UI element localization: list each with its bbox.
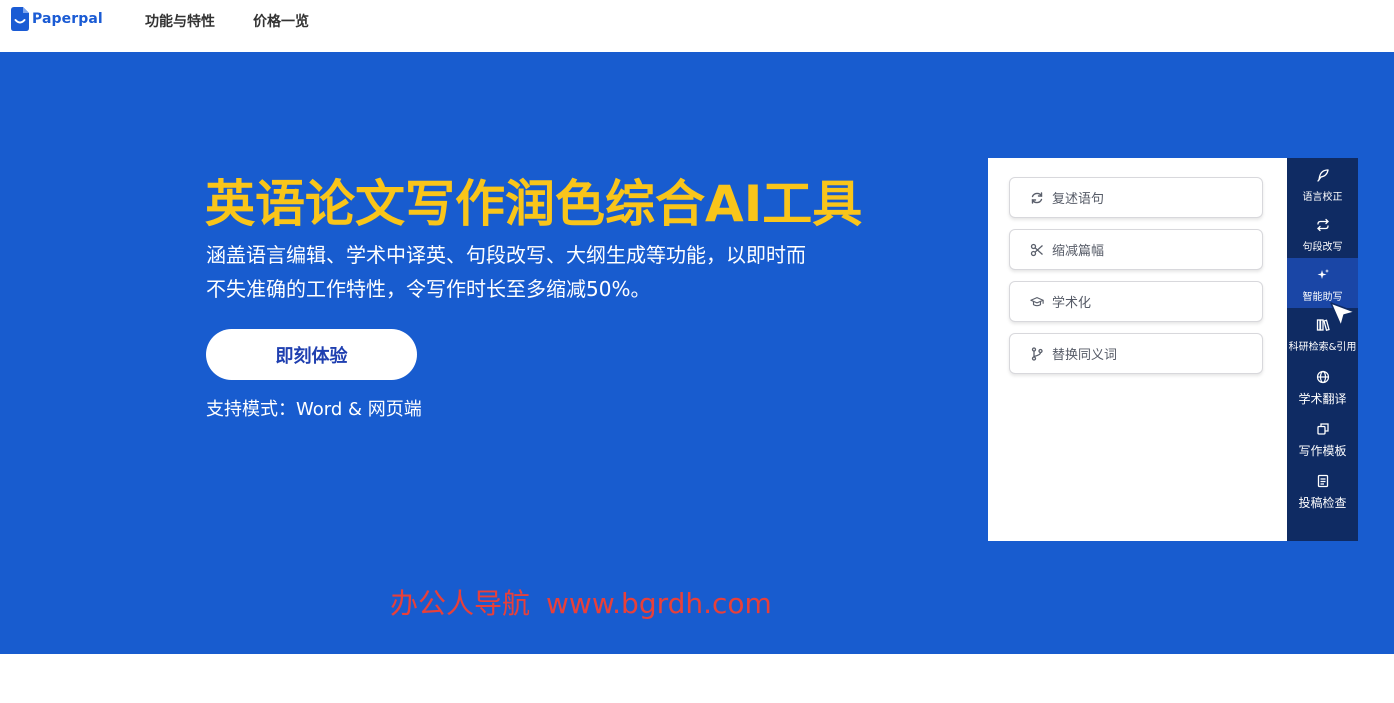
repeat-icon	[1316, 216, 1330, 234]
sidebar-item-rewrite[interactable]: 句段改写	[1287, 208, 1358, 258]
hero-description-line-2: 不失准确的工作特性，令写作时长至多缩减50%。	[206, 277, 651, 301]
option-paraphrase[interactable]: 复述语句	[1009, 177, 1263, 218]
watermark-name: 办公人导航	[390, 587, 531, 620]
option-synonyms[interactable]: 替换同义词	[1009, 333, 1263, 374]
sparkle-icon	[1316, 266, 1330, 284]
copy-icon	[1316, 420, 1330, 438]
globe-icon	[1316, 368, 1330, 386]
option-label: 替换同义词	[1052, 348, 1118, 363]
paperpal-logo[interactable]: Paperpal	[11, 6, 103, 32]
top-nav: Paperpal 功能与特性 价格一览	[0, 0, 1394, 52]
try-now-button[interactable]: 即刻体验	[206, 329, 417, 380]
hero-description-line-1: 涵盖语言编辑、学术中译英、句段改写、大纲生成等功能，以即时而	[206, 243, 806, 267]
graduation-cap-icon	[1030, 295, 1044, 309]
sidebar-item-submission-check[interactable]: 投稿检查	[1287, 464, 1358, 514]
support-mode-text: 支持模式：Word & 网页端	[206, 399, 422, 420]
sidebar-item-label: 学术翻译	[1298, 392, 1347, 406]
sidebar-item-label: 语言校正	[1302, 192, 1343, 203]
product-preview: 复述语句 缩减篇幅 学术化 替换同义词 语言校正 句段改写 智能助写 科研检索&…	[988, 158, 1358, 541]
paperpal-logo-icon	[11, 7, 29, 31]
option-label: 缩减篇幅	[1052, 244, 1105, 259]
logo-text: Paperpal	[32, 11, 103, 27]
sidebar-item-writing-templates[interactable]: 写作模板	[1287, 412, 1358, 462]
option-label: 复述语句	[1052, 192, 1105, 207]
sidebar-item-label: 句段改写	[1302, 242, 1343, 253]
feature-sidebar: 语言校正 句段改写 智能助写 科研检索&引用 学术翻译 写作模板 投稿检查	[1287, 158, 1358, 541]
branch-icon	[1030, 346, 1044, 361]
feather-icon	[1316, 166, 1330, 184]
cursor-pointer-icon	[1328, 300, 1358, 330]
hero-section: 英语论文写作润色综合AI工具 涵盖语言编辑、学术中译英、句段改写、大纲生成等功能…	[0, 52, 1394, 654]
nav-link-features[interactable]: 功能与特性	[145, 11, 215, 31]
option-label: 学术化	[1052, 296, 1092, 311]
sidebar-item-language-correction[interactable]: 语言校正	[1287, 158, 1358, 208]
refresh-icon	[1030, 191, 1044, 205]
sidebar-item-label: 写作模板	[1298, 444, 1347, 458]
sidebar-item-academic-translation[interactable]: 学术翻译	[1287, 360, 1358, 410]
watermark: 办公人导航 www.bgrdh.com	[390, 582, 772, 622]
sidebar-item-label: 科研检索&引用	[1288, 342, 1357, 353]
option-academic[interactable]: 学术化	[1009, 281, 1263, 322]
document-icon	[1316, 472, 1330, 490]
hero-description: 涵盖语言编辑、学术中译英、句段改写、大纲生成等功能，以即时而 不失准确的工作特性…	[206, 238, 866, 306]
watermark-url: www.bgrdh.com	[546, 587, 772, 620]
scissors-icon	[1030, 243, 1044, 257]
sidebar-item-label: 投稿检查	[1298, 496, 1347, 510]
hero-title: 英语论文写作润色综合AI工具	[205, 175, 863, 233]
option-shorten[interactable]: 缩减篇幅	[1009, 229, 1263, 270]
nav-link-pricing[interactable]: 价格一览	[253, 11, 309, 31]
